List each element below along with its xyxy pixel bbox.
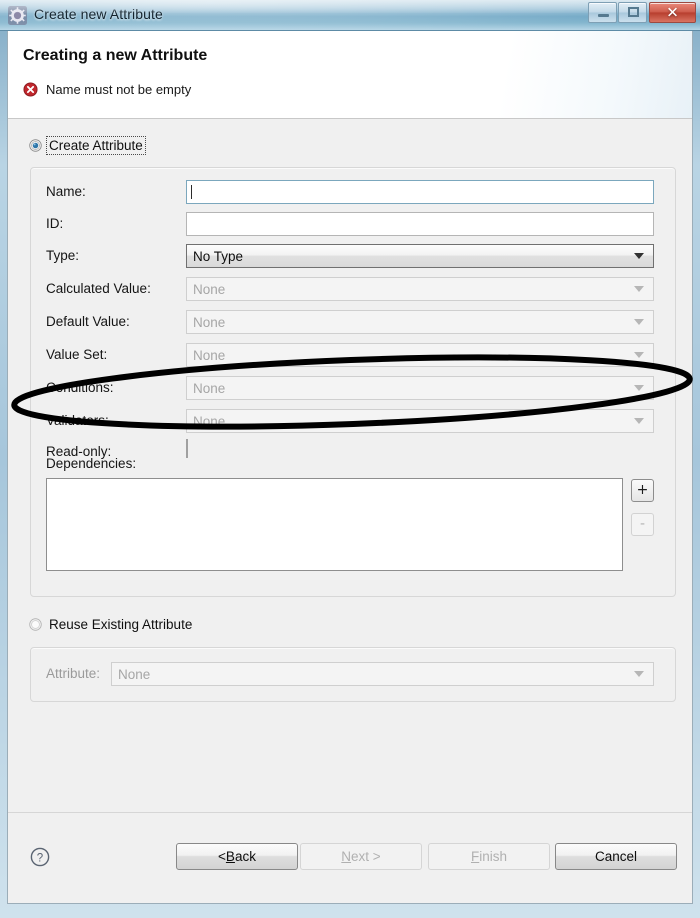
conditions-combo-value: None [193, 380, 226, 396]
type-combo[interactable]: No Type [186, 244, 654, 268]
field-row-conditions: Conditions: None [31, 376, 675, 402]
radio-reuse-existing-attribute-label: Reuse Existing Attribute [49, 617, 193, 632]
value-set-label: Value Set: [46, 347, 108, 362]
conditions-label: Conditions: [46, 380, 114, 395]
chevron-down-icon [634, 253, 644, 259]
back-button-mnemonic: B [225, 849, 235, 864]
help-icon[interactable]: ? [30, 847, 50, 867]
validators-combo-value: None [193, 413, 226, 429]
chevron-down-icon [634, 286, 644, 292]
calculated-value-combo-value: None [193, 281, 226, 297]
dependencies-list[interactable] [46, 478, 623, 571]
back-button-prefix: < [218, 849, 226, 864]
chevron-down-icon [634, 352, 644, 358]
cancel-button[interactable]: Cancel [555, 843, 677, 870]
default-value-combo[interactable]: None [186, 310, 654, 334]
calculated-value-label: Calculated Value: [46, 281, 151, 296]
finish-button-mnemonic: F [470, 849, 480, 864]
dependencies-label: Dependencies: [46, 456, 137, 471]
id-label: ID: [46, 216, 64, 231]
radio-create-attribute[interactable]: Create Attribute [29, 136, 146, 155]
validators-label: Validators: [46, 413, 109, 428]
close-button[interactable]: ✕ [649, 2, 696, 23]
minimize-button[interactable] [588, 2, 617, 23]
name-label: Name: [46, 184, 86, 199]
calculated-value-combo[interactable]: None [186, 277, 654, 301]
radio-reuse-existing-attribute[interactable]: Reuse Existing Attribute [29, 616, 194, 633]
field-row-attribute: Attribute: None [31, 662, 675, 688]
window-controls: ✕ [587, 2, 696, 24]
minimize-icon [598, 14, 609, 17]
field-row-type: Type: No Type [31, 244, 675, 270]
error-icon [23, 82, 38, 97]
field-row-calculated-value: Calculated Value: None [31, 277, 675, 303]
cancel-button-label: Cancel [594, 849, 638, 864]
radio-unselected-icon [29, 618, 42, 631]
remove-dependency-button[interactable]: - [631, 513, 654, 536]
field-row-value-set: Value Set: None [31, 343, 675, 369]
maximize-icon [628, 7, 639, 17]
name-input[interactable] [186, 180, 654, 204]
chevron-down-icon [634, 671, 644, 677]
next-button-mnemonic: N [341, 849, 352, 864]
attribute-combo-value: None [118, 666, 151, 682]
id-input[interactable] [186, 212, 654, 236]
maximize-button[interactable] [618, 2, 647, 23]
validation-message-row: Name must not be empty [23, 82, 191, 97]
default-value-label: Default Value: [46, 314, 130, 329]
attribute-combo[interactable]: None [111, 662, 654, 686]
chevron-down-icon [634, 385, 644, 391]
dialog-client-area: Creating a new Attribute Name must not b… [7, 31, 693, 904]
window-title: Create new Attribute [34, 6, 163, 22]
validators-combo[interactable]: None [186, 409, 654, 433]
radio-selected-icon [29, 139, 42, 152]
read-only-checkbox[interactable] [186, 439, 188, 458]
field-row-validators: Validators: None [31, 409, 675, 435]
default-value-combo-value: None [193, 314, 226, 330]
chevron-down-icon [634, 319, 644, 325]
svg-text:?: ? [37, 852, 43, 864]
create-new-attribute-dialog: Create new Attribute ✕ Creating a new At… [0, 0, 700, 918]
field-row-id: ID: [31, 212, 675, 238]
type-combo-value: No Type [193, 248, 244, 264]
wizard-body: Create Attribute Name: ID: Type: No Type… [8, 120, 692, 812]
wizard-header: Creating a new Attribute Name must not b… [8, 31, 692, 119]
field-row-default-value: Default Value: None [31, 310, 675, 336]
page-title: Creating a new Attribute [23, 47, 208, 64]
next-button[interactable]: Next > [300, 843, 422, 870]
wizard-button-bar: ? < Back Next > Finish Cancel [8, 812, 692, 903]
close-icon: ✕ [666, 3, 679, 21]
reuse-attribute-group: Attribute: None [30, 647, 676, 702]
next-button-suffix: ext > [351, 849, 381, 864]
create-attribute-group: Name: ID: Type: No Type Calculated Value… [30, 167, 676, 597]
finish-button[interactable]: Finish [428, 843, 550, 870]
back-button-suffix: ack [234, 849, 256, 864]
finish-button-suffix: inish [479, 849, 507, 864]
validation-message: Name must not be empty [46, 82, 192, 97]
field-row-name: Name: [31, 180, 675, 206]
value-set-combo-value: None [193, 347, 226, 363]
radio-create-attribute-label: Create Attribute [46, 136, 146, 155]
conditions-combo[interactable]: None [186, 376, 654, 400]
title-bar[interactable]: Create new Attribute ✕ [0, 0, 700, 31]
add-dependency-button[interactable]: + [631, 479, 654, 502]
chevron-down-icon [634, 418, 644, 424]
type-label: Type: [46, 248, 80, 263]
gear-icon [8, 6, 27, 25]
value-set-combo[interactable]: None [186, 343, 654, 367]
back-button[interactable]: < Back [176, 843, 298, 870]
text-caret [191, 185, 192, 199]
attribute-label: Attribute: [46, 666, 101, 681]
